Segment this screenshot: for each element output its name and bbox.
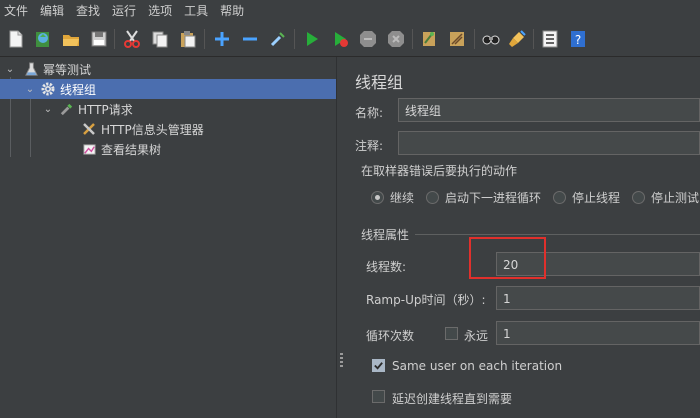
drag-handle-icon[interactable] [340,353,343,367]
menu-options[interactable]: 选项 [142,0,178,22]
radio-continue[interactable] [371,191,384,204]
menu-file[interactable]: 文件 [0,0,34,22]
tree-node-test-plan[interactable]: ⌄ 幂等测试 [0,59,336,79]
tree-node-result-tree[interactable]: 查看结果树 [0,139,336,159]
wrench-icon [80,120,98,138]
shutdown-icon[interactable] [385,28,407,50]
thread-props-title: 线程属性 [361,228,410,242]
new-icon[interactable] [5,28,27,50]
open-icon[interactable] [60,28,82,50]
forever-checkbox[interactable] [445,327,458,340]
highlight-box [469,237,546,279]
expand-icon[interactable] [211,28,233,50]
tree-node-header-manager[interactable]: HTTP信息头管理器 [0,119,336,139]
chevron-down-icon[interactable]: ⌄ [4,63,16,75]
collapse-icon[interactable] [239,28,261,50]
menu-tools[interactable]: 工具 [178,0,214,22]
stop-icon[interactable] [357,28,379,50]
test-plan-icon [22,60,40,78]
same-user-label: Same user on each iteration [392,359,563,373]
toolbar: ? [0,22,700,57]
thread-group-panel: 线程组 名称: 线程组 注释: 在取样器错误后要执行的动作 继续 启动下一进程循… [347,57,700,418]
radio-start-next-loop[interactable] [426,191,440,204]
gear-icon [39,80,57,98]
tree-node-thread-group[interactable]: ⌄ 线程组 [0,79,336,99]
tree-label-test-plan: 幂等测试 [43,62,92,77]
rampup-field[interactable]: 1 [496,286,700,310]
loop-count-label: 循环次数 [366,329,415,343]
tree-label-result-tree: 查看结果树 [101,142,162,157]
group-divider [415,234,700,235]
menu-search[interactable]: 查找 [70,0,106,22]
menu-help[interactable]: 帮助 [214,0,250,22]
start-no-pause-icon[interactable] [329,28,351,50]
help-icon[interactable]: ? [567,28,589,50]
threads-label: 线程数: [366,260,407,274]
menu-run[interactable]: 运行 [106,0,142,22]
same-user-checkbox[interactable] [372,359,385,372]
tree-label-header-manager: HTTP信息头管理器 [101,122,204,137]
toggle-icon[interactable] [267,28,289,50]
pipette-icon [57,100,75,118]
chevron-down-icon[interactable]: ⌄ [24,83,36,95]
error-action-group: 继续 启动下一进程循环 停止线程 停止测试 [371,189,700,206]
svg-text:?: ? [575,33,581,47]
tree-label-thread-group: 线程组 [60,82,97,97]
name-field[interactable]: 线程组 [398,98,700,122]
chart-icon [80,140,98,158]
radio-continue-label: 继续 [390,191,415,205]
radio-stop-thread-label: 停止线程 [572,191,621,205]
rampup-label: Ramp-Up时间（秒）: [366,293,486,307]
forever-label: 永远 [464,329,489,343]
comment-label: 注释: [355,139,384,153]
function-helper-icon[interactable] [539,28,561,50]
paste-icon[interactable] [177,28,199,50]
error-action-title: 在取样器错误后要执行的动作 [361,164,518,178]
menu-bar: 文件 编辑 查找 运行 选项 工具 帮助 [0,0,700,22]
radio-stop-thread[interactable] [553,191,567,204]
clear-icon[interactable] [418,28,440,50]
copy-icon[interactable] [149,28,171,50]
radio-start-next-loop-label: 启动下一进程循环 [445,191,542,205]
comment-field[interactable] [398,131,700,155]
tree-node-http-request[interactable]: ⌄ HTTP请求 [0,99,336,119]
name-label: 名称: [355,106,384,120]
loop-count-field[interactable]: 1 [496,321,700,345]
reset-search-icon[interactable] [506,28,528,50]
clear-all-icon[interactable] [446,28,468,50]
templates-icon[interactable] [32,28,54,50]
search-icon[interactable] [480,28,502,50]
page-title: 线程组 [355,73,404,92]
chevron-down-icon[interactable]: ⌄ [42,103,54,115]
delay-thread-label: 延迟创建线程直到需要 [392,392,513,406]
start-icon[interactable] [301,28,323,50]
tree-label-http-request: HTTP请求 [78,102,133,117]
menu-edit[interactable]: 编辑 [34,0,70,22]
check-icon [374,362,383,370]
cut-icon[interactable] [121,28,143,50]
delay-thread-checkbox[interactable] [372,390,385,403]
test-plan-tree: ⌄ 幂等测试 ⌄ 线程组 ⌄ HTTP请求 HTTP信息头管理器 查看结果树 [0,57,336,418]
save-icon[interactable] [88,28,110,50]
radio-stop-test[interactable] [632,191,646,204]
radio-stop-test-label: 停止测试 [651,191,700,205]
